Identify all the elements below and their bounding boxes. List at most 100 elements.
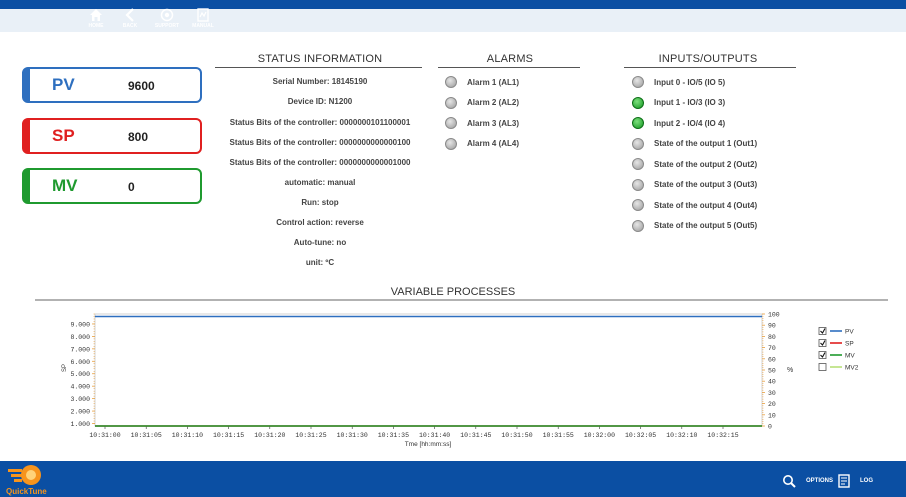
io-item: State of the output 1 (Out1) (632, 137, 757, 151)
variable-processes-panel: VARIABLE PROCESSES 1.000 2.000 3.000 4.000 5.… (0, 280, 906, 460)
back-label: BACK (122, 22, 138, 29)
status-bits-2: Status Bits of the controller: 000000000… (229, 138, 411, 147)
x-tick-label: 10:31:30 (337, 432, 368, 439)
auto-tune: Auto-tune: no (293, 238, 347, 247)
status-led-icon (632, 199, 644, 211)
x-tick-label: 10:31:35 (378, 432, 409, 439)
io-item: State of the output 2 (Out2) (632, 157, 757, 171)
x-tick-label: 10:32:00 (584, 432, 615, 439)
app-window: PV 9600 SP 800 MV 0 STATUS INFORMATION S… (0, 0, 906, 497)
status-led-icon (445, 137, 457, 150)
status-bits-3: Status Bits of the controller: 000000000… (229, 158, 411, 167)
status-title: STATUS INFORMATION (257, 53, 383, 65)
chart-title: VARIABLE PROCESSES (391, 286, 516, 298)
status-led-icon (445, 96, 457, 109)
y2-tick-label: 10 (768, 412, 776, 419)
y2-tick-label: 90 (768, 323, 776, 330)
x-tick-label: 10:32:15 (707, 432, 738, 439)
io-item: Input 1 - IO/3 (IO 3) (632, 96, 725, 110)
y2-tick-label: 100 (768, 312, 780, 319)
y2-tick-label: 20 (768, 401, 776, 408)
legend-label: SP (845, 341, 854, 348)
variable-processes-chart: VARIABLE PROCESSES 1.000 2.000 3.000 4.000 5.… (35, 286, 888, 448)
pv-label: PV (52, 75, 75, 94)
legend-checkbox (818, 363, 827, 371)
mv-value: 0 (128, 180, 135, 194)
alarm-item: Alarm 4 (AL4) (445, 137, 519, 151)
io-label: Input 2 - IO/4 (IO 4) (654, 118, 726, 128)
io-label: State of the output 5 (Out5) (654, 221, 758, 230)
x-tick-label: 10:32:05 (625, 432, 656, 439)
y-tick-label: 3.000 (70, 396, 90, 403)
mv-card: MV 0 (22, 168, 202, 204)
device-id: Device ID: N1200 (287, 97, 353, 106)
io-item: State of the output 5 (Out5) (632, 219, 757, 233)
manual-button[interactable]: MANUAL (188, 0, 218, 36)
manual-icon (197, 7, 209, 22)
status-led-icon (632, 219, 644, 232)
alarm-label: Alarm 4 (AL4) (467, 139, 520, 148)
status-led-icon (632, 137, 644, 150)
x-tick-label: 10:31:20 (254, 432, 285, 439)
y-tick-label: 4.000 (70, 384, 90, 391)
status-rule (215, 67, 422, 68)
run-state: Run: stop (301, 198, 339, 207)
home-label: HOME (88, 22, 104, 29)
io-label: Input 1 - IO/3 (IO 3) (654, 98, 726, 107)
options-icon (783, 475, 796, 488)
status-led-icon (445, 117, 457, 129)
x-tick-label: 10:31:55 (543, 432, 574, 439)
io-item: Input 0 - IO/5 (IO 5) (632, 75, 725, 89)
y-tick-label: 2.000 (70, 409, 90, 416)
y-tick-label: 8.000 (70, 334, 90, 341)
log-icon (838, 474, 850, 488)
pv-card: PV 9600 (22, 67, 202, 103)
y-axis-label: SP (62, 364, 68, 372)
alarm-item: Alarm 1 (AL1) (445, 75, 519, 89)
home-button[interactable]: HOME (84, 0, 108, 36)
bottom-bar (0, 461, 906, 497)
automatic-mode: automatic: manual (284, 178, 356, 187)
alarm-label: Alarm 1 (AL1) (467, 77, 520, 87)
back-button[interactable]: BACK (118, 0, 142, 36)
y-tick-label: 1.000 (70, 421, 90, 428)
y-tick-label: 7.000 (70, 346, 90, 353)
alarm-label: Alarm 3 (AL3) (467, 118, 520, 128)
y-tick-label: 9.000 (70, 321, 90, 328)
status-led-icon (632, 96, 644, 109)
io-item: State of the output 4 (Out4) (632, 198, 757, 212)
status-bits-1: Status Bits of the controller: 000000010… (229, 118, 411, 127)
y2-tick-label: 30 (768, 390, 776, 397)
x-tick-label: 10:32:10 (666, 432, 697, 439)
options-label: OPTIONS (806, 478, 834, 484)
io-item: State of the output 3 (Out3) (632, 178, 757, 192)
back-icon (125, 7, 134, 22)
status-led-icon (445, 76, 457, 88)
pv-value: 9600 (128, 79, 155, 93)
support-button[interactable]: SUPPORT (150, 0, 184, 36)
legend-label: PV (845, 329, 854, 336)
support-label: SUPPORT (154, 22, 180, 29)
y2-tick-label: 70 (768, 345, 776, 352)
serial-number: Serial Number: 18145190 (272, 77, 368, 86)
x-axis-label: Tme [hh:mm:ss] (405, 441, 452, 448)
home-icon (90, 8, 102, 21)
mv-label: MV (52, 176, 78, 195)
alarms-title: ALARMS (486, 53, 534, 65)
io-label: State of the output 2 (Out2) (654, 159, 758, 169)
y2-tick-label: 0 (768, 424, 772, 431)
y2-axis-label: % (787, 367, 793, 374)
legend-label: MV (845, 353, 855, 360)
options-button[interactable]: OPTIONS (782, 474, 833, 488)
log-button[interactable]: LOG (838, 474, 873, 488)
y-tick-label: 5.000 (70, 371, 90, 378)
io-item: Input 2 - IO/4 (IO 4) (632, 116, 725, 130)
sp-value: 800 (128, 130, 149, 144)
alarms-rule (438, 67, 580, 68)
io-label: State of the output 4 (Out4) (654, 200, 758, 210)
x-tick-label: 10:31:40 (419, 432, 450, 439)
x-tick-label: 10:31:00 (89, 432, 120, 439)
support-icon (160, 8, 174, 21)
manual-label: MANUAL (192, 22, 214, 29)
plot-area (94, 313, 763, 427)
